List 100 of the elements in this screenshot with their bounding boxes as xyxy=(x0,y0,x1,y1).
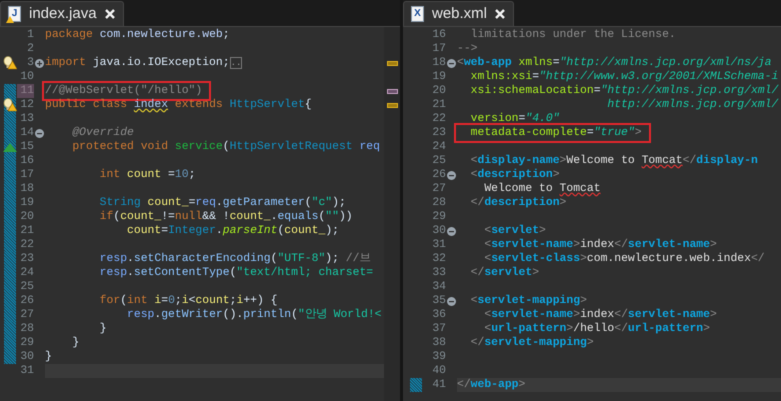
collapse-icon[interactable] xyxy=(447,58,456,68)
line-number: 23 xyxy=(19,252,34,266)
code-line: } xyxy=(45,350,52,364)
line-number: 32 xyxy=(431,252,446,266)
line-number: 21 xyxy=(19,224,34,238)
code-line: @Override xyxy=(71,126,134,140)
file-icon: X xyxy=(411,6,424,22)
code-line: metadata-complete="true"> xyxy=(457,126,648,140)
line-number: 2 xyxy=(26,42,34,56)
code-line: } xyxy=(71,336,80,350)
line-number: 19 xyxy=(431,70,446,84)
line-number: 26 xyxy=(431,168,446,182)
code-line: resp.getWriter().println("안녕 World!< xyxy=(126,308,382,322)
line-number: 18 xyxy=(431,56,446,70)
line-number: 27 xyxy=(19,308,34,322)
line-number: 14 xyxy=(19,126,34,140)
line-number: 21 xyxy=(431,98,446,112)
code-line: <url-pattern>/hello</url-pattern> xyxy=(483,322,710,336)
code-line: <servlet> xyxy=(483,224,546,238)
code-line: for(int i=0;i<count;i++) { xyxy=(98,294,278,308)
line-number: 13 xyxy=(19,112,34,126)
line-number: 20 xyxy=(431,84,446,98)
code-line: resp.setContentType("text/html; charset= xyxy=(98,266,374,280)
code-line: resp.setCharacterEncoding("UTF-8"); //브 xyxy=(98,252,370,266)
code-line: </servlet-mapping> xyxy=(470,336,594,350)
line-number: 27 xyxy=(431,182,446,196)
line-number: 1 xyxy=(26,28,34,42)
collapse-icon[interactable] xyxy=(447,226,456,236)
collapse-icon[interactable] xyxy=(447,170,456,180)
code-line: String count_=req.getParameter("c"); xyxy=(98,196,346,210)
line-number: 19 xyxy=(19,196,34,210)
code-line: xsi:schemaLocation="http://xmlns.jcp.org/xml/ xyxy=(470,84,778,98)
code-line: xmlns:xsi="http://www.w3.org/2001/XMLSchema-i xyxy=(470,70,778,84)
code-line: protected void service(HttpServletRequest req xyxy=(71,140,380,154)
code-line: Welcome to Tomcat xyxy=(483,182,601,196)
line-number: 34 xyxy=(431,280,446,294)
line-number: 24 xyxy=(431,140,446,154)
line-number: 35 xyxy=(431,294,446,308)
line-number: 17 xyxy=(19,168,34,182)
line-number: 29 xyxy=(19,336,34,350)
line-number: 17 xyxy=(431,42,446,56)
line-number: 33 xyxy=(431,266,446,280)
line-number: 29 xyxy=(431,210,446,224)
line-number: 22 xyxy=(431,112,446,126)
code-line: <servlet-name>index</servlet-name> xyxy=(483,238,717,252)
warning-ruler-mark[interactable] xyxy=(386,102,398,108)
line-number: 12 xyxy=(19,98,34,112)
line-number: 37 xyxy=(431,322,446,336)
line-number: 18 xyxy=(19,182,34,196)
line-number: 26 xyxy=(19,294,34,308)
code-line: <description> xyxy=(470,168,560,182)
line-number: 15 xyxy=(19,140,34,154)
code-line: version="4.0" xyxy=(470,112,560,126)
code-line: --> xyxy=(457,42,478,56)
code-line: <servlet-name>index</servlet-name> xyxy=(483,308,717,322)
line-number: 28 xyxy=(431,196,446,210)
line-number: 10 xyxy=(19,70,34,84)
collapse-icon[interactable] xyxy=(35,128,44,138)
code-line: import java.io.IOException;.. xyxy=(45,56,242,70)
line-number: 31 xyxy=(19,364,34,378)
line-number: 38 xyxy=(431,336,446,350)
code-line: <web-app xmlns="http://xmlns.jcp.org/xml/ns/ja xyxy=(457,56,772,70)
line-number: 30 xyxy=(431,224,446,238)
code-line: } xyxy=(98,322,107,336)
line-number: 41 xyxy=(431,378,446,392)
code-line: <display-name>Welcome to Tomcat</display-n xyxy=(470,154,758,168)
task-ruler-mark[interactable] xyxy=(386,88,398,94)
line-number: 30 xyxy=(19,350,34,364)
line-number: 3 xyxy=(26,56,34,70)
editor-tab[interactable]: J index.java xyxy=(0,1,124,26)
code-line: int count =10; xyxy=(98,168,196,182)
line-number: 25 xyxy=(431,154,446,168)
line-number: 40 xyxy=(431,364,446,378)
collapse-icon[interactable] xyxy=(447,296,456,306)
overview-ruler[interactable] xyxy=(384,27,400,401)
expand-icon[interactable] xyxy=(35,58,44,68)
code-line: package com.newlecture.web; xyxy=(45,28,230,42)
close-icon[interactable] xyxy=(495,9,506,19)
line-number: 20 xyxy=(19,210,34,224)
line-number: 39 xyxy=(431,350,446,364)
code-line: </servlet> xyxy=(470,266,540,280)
code-line: </web-app> xyxy=(457,378,526,392)
warning-ruler-mark[interactable] xyxy=(386,60,398,66)
code-line: public class index extends HttpServlet{ xyxy=(45,98,312,112)
code-line: if(count_!=null&& !count_.equals("")) xyxy=(98,210,353,224)
code-line: //@WebServlet("/hello") xyxy=(45,84,208,98)
line-number: 25 xyxy=(19,280,34,294)
code-line: count=Integer.parseInt(count_); xyxy=(126,224,339,238)
file-icon: J xyxy=(8,6,21,22)
line-number: 24 xyxy=(19,266,34,280)
code-line: limitations under the License. xyxy=(470,28,676,42)
code-line: <servlet-class>com.newlecture.web.index</ xyxy=(483,252,765,266)
line-number: 22 xyxy=(19,238,34,252)
code-line: <servlet-mapping> xyxy=(470,294,587,308)
line-number: 23 xyxy=(431,126,446,140)
close-icon[interactable] xyxy=(104,9,115,19)
line-number: 31 xyxy=(431,238,446,252)
line-number: 16 xyxy=(431,28,446,42)
editor-tab[interactable]: X web.xml xyxy=(403,1,514,26)
line-number: 16 xyxy=(19,154,34,168)
